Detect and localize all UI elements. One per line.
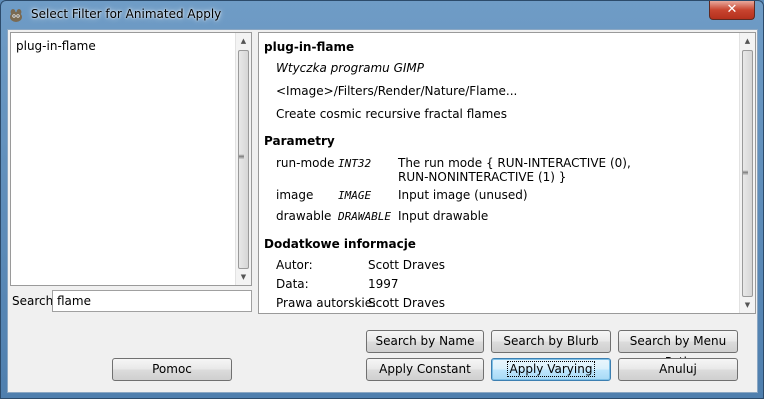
- scroll-up-arrow-icon[interactable]: ▲: [236, 33, 251, 49]
- scroll-up-arrow-icon[interactable]: ▲: [740, 33, 755, 49]
- search-input[interactable]: [52, 290, 252, 312]
- close-button[interactable]: ✕: [709, 1, 755, 20]
- filter-blurb: Wtyczka programu GIMP: [276, 61, 425, 75]
- param-type: IMAGE: [338, 189, 372, 202]
- scroll-grip-icon: ≡: [742, 168, 749, 177]
- gimp-app-icon: [10, 9, 22, 22]
- search-by-menu-path-button[interactable]: Search by Menu Path: [618, 330, 738, 369]
- date-value: 1997: [368, 277, 399, 291]
- params-heading: Parametry: [264, 134, 335, 148]
- filter-list[interactable]: plug-in-flame ▲ ≡ ▼: [10, 32, 252, 286]
- filter-menu-path: <Image>/Filters/Render/Nature/Flame...: [276, 84, 518, 98]
- dialog-window: Select Filter for Animated Apply ✕ plug-…: [0, 0, 764, 399]
- copyright-label: Prawa autorskie:: [276, 296, 377, 310]
- list-scrollbar[interactable]: ▲ ≡ ▼: [235, 33, 251, 285]
- info-content: plug-in-flame Wtyczka programu GIMP <Ima…: [264, 33, 734, 313]
- param-name: drawable: [276, 209, 332, 223]
- param-name: run-mode: [276, 156, 335, 170]
- param-description: The run mode { RUN-INTERACTIVE (0), RUN-…: [398, 156, 631, 184]
- param-type: DRAWABLE: [338, 210, 391, 223]
- copyright-value: Scott Draves: [368, 296, 446, 310]
- search-label: Search:: [12, 294, 58, 308]
- scroll-down-arrow-icon[interactable]: ▼: [740, 297, 755, 313]
- list-item[interactable]: plug-in-flame: [16, 39, 96, 53]
- param-type: INT32: [338, 157, 372, 170]
- filter-info-panel: plug-in-flame Wtyczka programu GIMP <Ima…: [258, 32, 756, 314]
- apply-varying-button[interactable]: Apply Varying: [491, 358, 611, 381]
- scroll-grip-icon: ≡: [238, 152, 245, 161]
- apply-varying-label: Apply Varying: [506, 361, 596, 377]
- date-label: Data:: [276, 277, 309, 291]
- author-label: Autor:: [276, 258, 313, 272]
- search-by-blurb-button[interactable]: Search by Blurb: [491, 330, 611, 353]
- scroll-down-arrow-icon[interactable]: ▼: [236, 269, 251, 285]
- filter-name: plug-in-flame: [264, 40, 355, 54]
- window-title: Select Filter for Animated Apply: [31, 7, 222, 21]
- author-value: Scott Draves: [368, 258, 446, 272]
- param-name: image: [276, 188, 314, 202]
- search-by-name-button[interactable]: Search by Name: [366, 330, 484, 353]
- param-description: Input image (unused): [398, 188, 528, 202]
- help-button[interactable]: Pomoc: [112, 358, 232, 381]
- info-scrollbar[interactable]: ▲ ≡ ▼: [739, 33, 755, 313]
- filter-description: Create cosmic recursive fractal flames: [276, 107, 507, 121]
- title-bar[interactable]: Select Filter for Animated Apply ✕: [1, 1, 763, 29]
- dialog-client-area: plug-in-flame ▲ ≡ ▼ Search: plug-in-flam…: [7, 29, 758, 393]
- apply-constant-button[interactable]: Apply Constant: [366, 358, 484, 381]
- cancel-button[interactable]: Anuluj: [618, 358, 738, 381]
- param-description: Input drawable: [398, 209, 489, 223]
- extra-info-heading: Dodatkowe informacje: [264, 237, 416, 251]
